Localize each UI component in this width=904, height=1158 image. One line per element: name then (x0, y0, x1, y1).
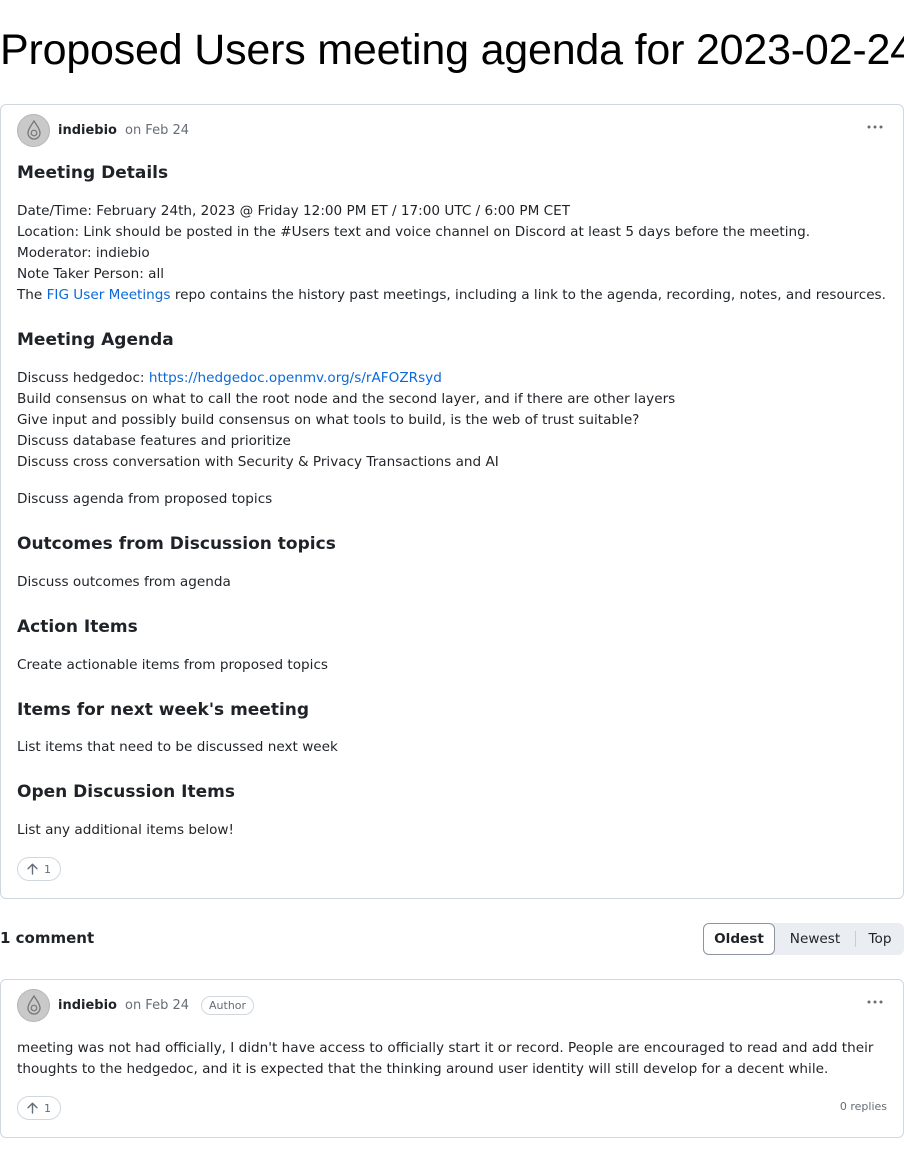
comments-count: 1 comment (0, 929, 95, 947)
sort-oldest-button[interactable]: Oldest (703, 923, 775, 955)
post-more-options-button[interactable] (861, 117, 889, 137)
author-badge: Author (201, 995, 255, 1015)
fig-user-meetings-link[interactable]: FIG User Meetings (47, 287, 171, 303)
repo-prefix-text: The (17, 287, 47, 303)
post-header: indiebio on Feb 24 (17, 113, 189, 147)
outcomes-text: Discuss outcomes from agenda (17, 574, 231, 590)
comment-upvote-count: 1 (44, 1101, 51, 1115)
kebab-horizontal-icon (867, 125, 883, 129)
heading-action-items: Action Items (17, 617, 138, 637)
comment-timestamp[interactable]: on Feb 24 (125, 998, 189, 1013)
heading-outcomes: Outcomes from Discussion topics (17, 534, 336, 554)
comment-header: indiebio on Feb 24 Author (17, 988, 255, 1022)
agenda-item: Give input and possibly build consensus … (17, 412, 640, 428)
hedgedoc-prefix-text: Discuss hedgedoc: (17, 370, 149, 386)
heading-meeting-agenda: Meeting Agenda (17, 330, 174, 350)
page-title: Proposed Users meeting agenda for 2023-0… (0, 26, 904, 74)
avatar-icon[interactable] (17, 988, 50, 1022)
comment-text-line: meeting was not had officially, I didn't… (17, 1040, 874, 1056)
heading-meeting-details: Meeting Details (17, 163, 169, 183)
post-author-link[interactable]: indiebio (58, 123, 117, 138)
agenda-item: Build consensus on what to call the root… (17, 391, 676, 407)
agenda-item: Discuss database features and prioritize (17, 433, 291, 449)
sort-newest-button[interactable]: Newest (775, 923, 855, 955)
repo-suffix-text: repo contains the history past meetings,… (170, 287, 886, 303)
comment-upvote-button[interactable]: 1 (17, 1096, 61, 1120)
meeting-repo-line: The FIG User Meetings repo contains the … (17, 285, 886, 306)
hedgedoc-link[interactable]: https://hedgedoc.openmv.org/s/rAFOZRsyd (149, 370, 442, 386)
meeting-moderator: Moderator: indiebio (17, 245, 150, 261)
comment-text-line: thoughts to the hedgedoc, and it is expe… (17, 1061, 829, 1077)
open-discussion-text: List any additional items below! (17, 822, 234, 838)
post-timestamp[interactable]: on Feb 24 (125, 123, 189, 138)
meeting-note-taker: Note Taker Person: all (17, 266, 165, 282)
arrow-up-icon (27, 1102, 38, 1114)
next-week-text: List items that need to be discussed nex… (17, 739, 338, 755)
replies-count-link[interactable]: 0 replies (840, 1100, 887, 1113)
comment-author-link[interactable]: indiebio (58, 998, 117, 1013)
arrow-up-icon (27, 863, 38, 875)
meeting-location: Location: Link should be posted in the #… (17, 224, 811, 240)
agenda-hedgedoc-line: Discuss hedgedoc: https://hedgedoc.openm… (17, 368, 442, 389)
action-items-text: Create actionable items from proposed to… (17, 657, 329, 673)
agenda-item: Discuss agenda from proposed topics (17, 491, 273, 507)
meeting-datetime: Date/Time: February 24th, 2023 @ Friday … (17, 203, 571, 219)
agenda-item: Discuss cross conversation with Security… (17, 454, 499, 470)
heading-open-discussion: Open Discussion Items (17, 782, 235, 802)
comment-sort-group: Oldest Newest Top (703, 923, 904, 955)
comment-more-options-button[interactable] (861, 992, 889, 1012)
sort-top-button[interactable]: Top (855, 931, 904, 947)
kebab-horizontal-icon (867, 1000, 883, 1004)
post-upvote-count: 1 (44, 862, 51, 876)
comment: indiebio on Feb 24 Author meeting was no… (0, 979, 904, 1138)
avatar-icon[interactable] (17, 113, 50, 147)
discussion-post: indiebio on Feb 24 Meeting Details Date/… (0, 104, 904, 899)
heading-next-week: Items for next week's meeting (17, 700, 310, 720)
post-upvote-button[interactable]: 1 (17, 857, 61, 881)
